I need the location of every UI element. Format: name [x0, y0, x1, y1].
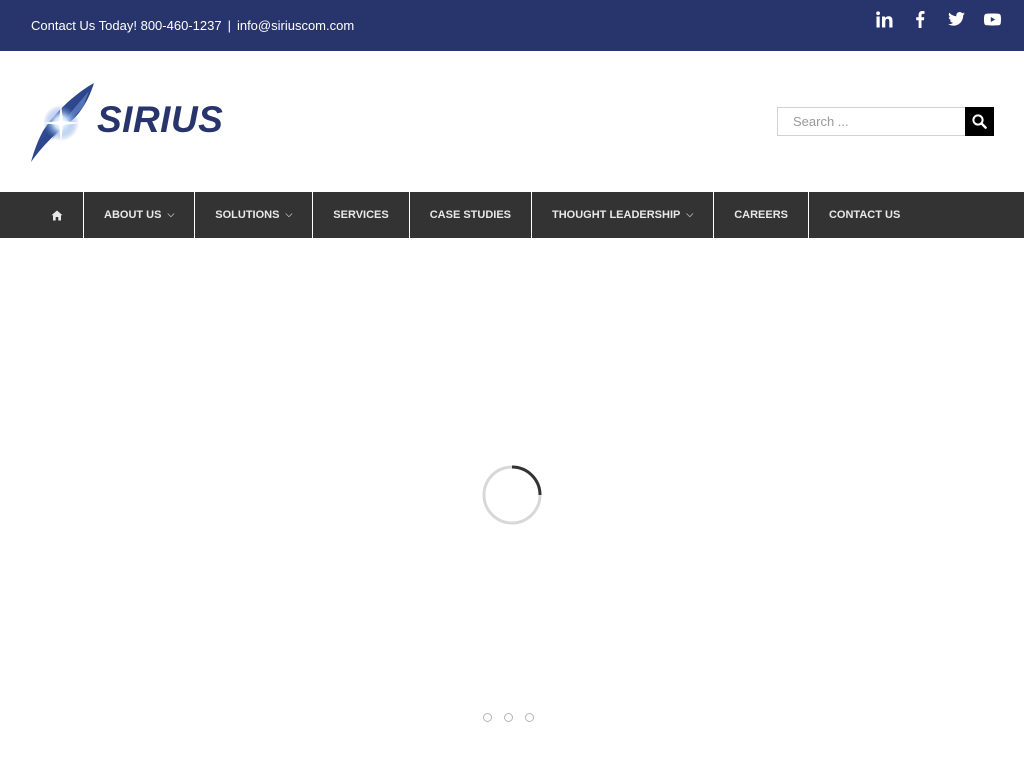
nav-item-label: THOUGHT LEADERSHIP	[552, 209, 681, 221]
contact-separator: |	[227, 18, 231, 33]
twitter-icon[interactable]	[946, 9, 966, 29]
slider-dot[interactable]	[525, 713, 534, 722]
search-icon	[972, 114, 987, 129]
nav-item-services[interactable]: SERVICES	[313, 192, 410, 238]
nav-item-label: CONTACT US	[828, 209, 901, 221]
chevron-down-icon: ⌵	[686, 208, 694, 219]
nav-item-label: CASE STUDIES	[429, 209, 512, 221]
contact-info: Contact Us Today! 800-460-1237 | info@siri…	[31, 18, 354, 34]
nav-item-solutions[interactable]: SOLUTIONS ⌵	[195, 192, 314, 238]
home-icon	[51, 210, 63, 220]
slider-dot[interactable]	[504, 713, 513, 722]
nav-item-contact-us[interactable]: CONTACT US	[809, 192, 920, 238]
search-input[interactable]	[777, 107, 965, 136]
youtube-icon[interactable]	[982, 9, 1002, 29]
top-bar: Contact Us Today! 800-460-1237 | info@siri…	[0, 0, 1024, 51]
search-form	[777, 107, 994, 136]
nav-item-about-us[interactable]: ABOUT US ⌵	[84, 192, 196, 238]
facebook-icon[interactable]	[910, 9, 930, 29]
contact-phone: Contact Us Today! 800-460-1237	[31, 18, 222, 33]
nav-item-careers[interactable]: CAREERS	[714, 192, 809, 238]
social-links	[858, 9, 1002, 29]
nav-item-thought-leadership[interactable]: THOUGHT LEADERSHIP ⌵	[532, 192, 715, 238]
slider-pagination	[483, 713, 546, 722]
contact-email-link[interactable]: info@siriuscom.com	[237, 18, 354, 33]
sirius-logo[interactable]: SIRIUS	[31, 83, 271, 163]
slider-dot[interactable]	[483, 713, 492, 722]
nav-item-case-studies[interactable]: CASE STUDIES	[410, 192, 533, 238]
logo-wordmark: SIRIUS	[97, 99, 224, 140]
nav-item-label: ABOUT US	[104, 209, 162, 221]
main-navigation: ABOUT US ⌵ SOLUTIONS ⌵ SERVICES CASE STUDI…	[0, 192, 1024, 238]
linkedin-icon[interactable]	[874, 9, 894, 29]
search-button[interactable]	[965, 107, 994, 136]
nav-item-label: SERVICES	[333, 209, 389, 221]
logo-star-icon	[31, 83, 94, 162]
nav-item-label: SOLUTIONS	[215, 209, 280, 221]
loading-spinner	[482, 465, 542, 525]
site-header: SIRIUS	[0, 51, 1024, 192]
nav-item-label: CAREERS	[734, 209, 788, 221]
nav-item-home[interactable]	[31, 192, 84, 238]
chevron-down-icon: ⌵	[285, 208, 293, 219]
chevron-down-icon: ⌵	[167, 208, 175, 219]
